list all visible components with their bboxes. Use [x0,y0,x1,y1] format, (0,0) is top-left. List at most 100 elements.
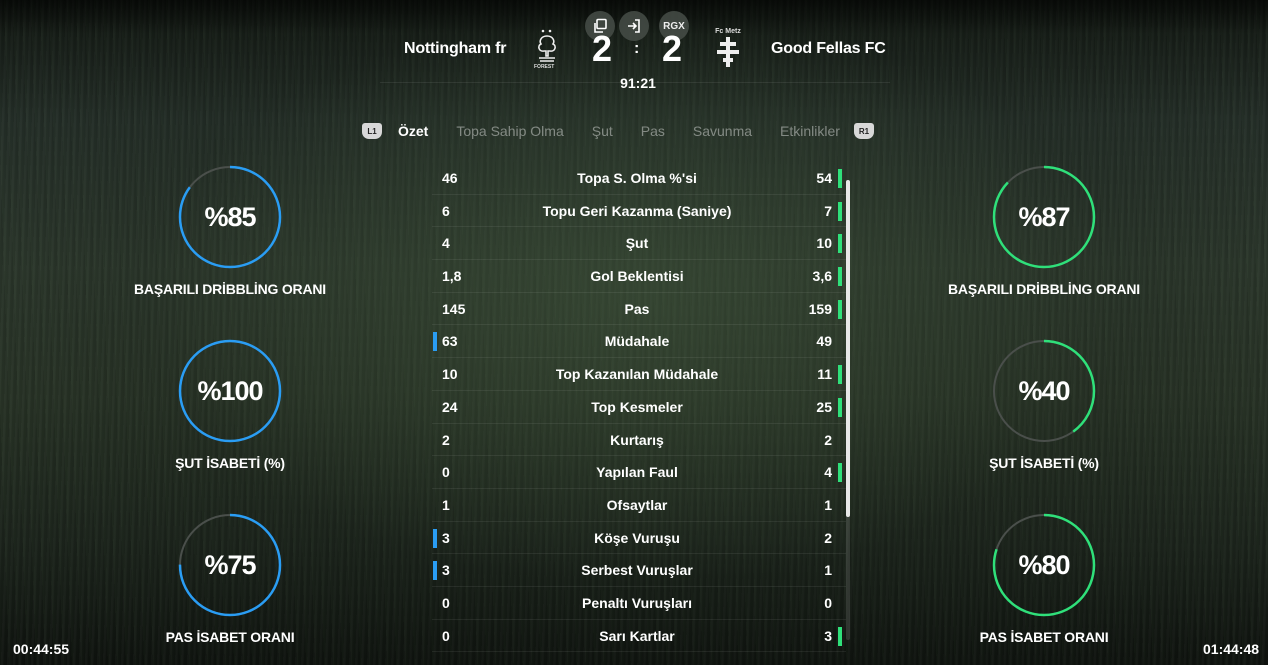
stats-tabs: L1 Özet Topa Sahip Olma Şut Pas Savunma … [362,120,874,142]
stat-away-value: 25 [816,398,832,415]
stat-away-value: 3,6 [812,268,832,285]
away-dribbling-stat: %87 BAŞARILI DRİBBLİNG ORANI [924,165,1164,297]
stat-home-value: 0 [442,627,450,644]
r1-shoulder-button[interactable]: R1 [853,123,874,139]
away-leader-bar [838,299,842,319]
away-leader-bar [838,169,842,188]
away-pass-accuracy-stat: %80 PAS İSABET ORANI [924,513,1164,645]
away-crest-caption: Fc Metz [715,28,741,35]
stat-row: 3 Serbest Vuruşlar 1 [432,554,846,587]
stat-home-value: 1,8 [442,268,462,285]
stat-away-value: 10 [816,235,832,252]
home-pass-accuracy-stat: %75 PAS İSABET ORANI [110,513,350,645]
stat-home-value: 3 [442,529,450,546]
stat-row: 1 Ofsaytlar 1 [432,489,846,522]
home-dribbling-stat: %85 BAŞARILI DRİBBLİNG ORANI [110,165,350,297]
stat-row: 24 Top Kesmeler 25 [432,391,846,424]
score-separator: : [634,40,640,57]
home-leader-bar [433,332,437,352]
away-leader-bar [838,267,842,287]
stat-row: 0 Yapılan Faul 4 [432,456,846,489]
away-leader-bar [838,365,842,385]
tab-topa-sahip-olma[interactable]: Topa Sahip Olma [456,123,563,139]
stat-home-value: 0 [442,464,450,481]
away-leader-bar [838,463,842,483]
ring-percentage: %85 [204,201,256,232]
stat-home-value: 24 [442,398,458,415]
stat-away-value: 4 [824,464,832,481]
stat-row: 2 Kurtarış 2 [432,424,846,457]
stat-home-value: 6 [442,202,450,219]
stat-row: 0 Penaltı Vuruşları 0 [432,587,846,620]
stat-row: 10 Top Kazanılan Müdahale 11 [432,358,846,391]
progress-ring: %75 [178,513,282,617]
away-leader-bar [838,397,842,417]
stat-row: 1,8 Gol Beklentisi 3,6 [432,260,846,293]
stat-away-value: 54 [816,170,832,186]
stat-row: 63 Müdahale 49 [432,325,846,359]
tab-pas[interactable]: Pas [641,123,665,139]
progress-ring: %80 [992,513,1096,617]
tab-savunma[interactable]: Savunma [693,123,752,139]
stat-name: Top Kesmeler [591,398,683,415]
elapsed-clock: 00:44:55 [13,641,70,657]
ring-label: ŞUT İSABETİ (%) [175,455,285,471]
home-crest: FOREST [532,28,562,79]
tab-sut[interactable]: Şut [592,123,613,139]
tab-ozet[interactable]: Özet [398,123,428,139]
stat-away-value: 7 [824,202,832,219]
stat-name: Şut [625,235,649,252]
ring-label: BAŞARILI DRİBBLİNG ORANI [948,281,1140,297]
progress-ring: %85 [178,165,282,269]
stat-name: Kurtarış [610,431,664,448]
stats-scrollbar-thumb[interactable] [846,180,850,517]
stat-row: 0 Sarı Kartlar 3 [432,620,846,653]
stat-name: Köşe Vuruşu [594,529,680,546]
ring-percentage: %100 [197,375,263,406]
cross-crest-icon [717,37,739,67]
ring-label: PAS İSABET ORANI [979,629,1109,645]
ring-percentage: %80 [1018,549,1070,580]
stat-home-value: 63 [442,333,458,350]
stat-name: Topa S. Olma %'si [577,170,697,186]
stat-name: Gol Beklentisi [590,268,684,285]
stat-home-value: 46 [442,170,458,186]
header-divider [380,82,890,83]
stat-row: 145 Pas 159 [432,293,846,326]
stat-away-value: 3 [824,627,832,644]
away-shot-accuracy-stat: %40 ŞUT İSABETİ (%) [924,339,1164,471]
ring-percentage: %87 [1018,201,1070,232]
stat-away-value: 11 [817,366,832,383]
stat-home-value: 4 [442,235,450,252]
ring-label: ŞUT İSABETİ (%) [989,455,1099,471]
progress-ring: %40 [992,339,1096,443]
away-leader-bar [838,626,842,646]
stat-name: Yapılan Faul [596,464,678,481]
home-crest-caption: FOREST [534,64,555,70]
stat-name: Sarı Kartlar [599,627,675,644]
stat-row: 46 Topa S. Olma %'si 54 [432,162,846,195]
stat-away-value: 1 [824,562,832,579]
home-team-name: Nottingham fr [404,40,507,57]
match-stats-table: 46 Topa S. Olma %'si 54 6 Topu Geri Kazanma … [432,162,846,653]
stat-name: Müdahale [604,333,670,350]
stat-name: Serbest Vuruşlar [581,562,693,579]
stat-away-value: 49 [816,333,832,350]
l1-shoulder-button[interactable]: L1 [362,123,382,139]
stat-name: Top Kazanılan Müdahale [555,366,719,383]
away-score: 2 [661,28,683,69]
total-clock: 01:44:48 [1203,641,1260,657]
exit-button[interactable] [619,11,649,41]
stat-away-value: 2 [824,431,832,448]
home-leader-bar [433,561,437,581]
stat-home-value: 10 [442,366,458,383]
stat-name: Ofsaytlar [606,496,668,513]
stat-home-value: 0 [442,594,450,611]
stat-row: 4 Şut 10 [432,227,846,261]
tab-etkinlikler[interactable]: Etkinlikler [780,123,840,139]
stat-home-value: 1 [442,496,450,513]
stat-name: Penaltı Vuruşları [582,594,692,611]
stat-row: 3 Köşe Vuruşu 2 [432,522,846,555]
stat-home-value: 145 [442,300,466,317]
home-shot-accuracy-stat: %100 ŞUT İSABETİ (%) [110,339,350,471]
